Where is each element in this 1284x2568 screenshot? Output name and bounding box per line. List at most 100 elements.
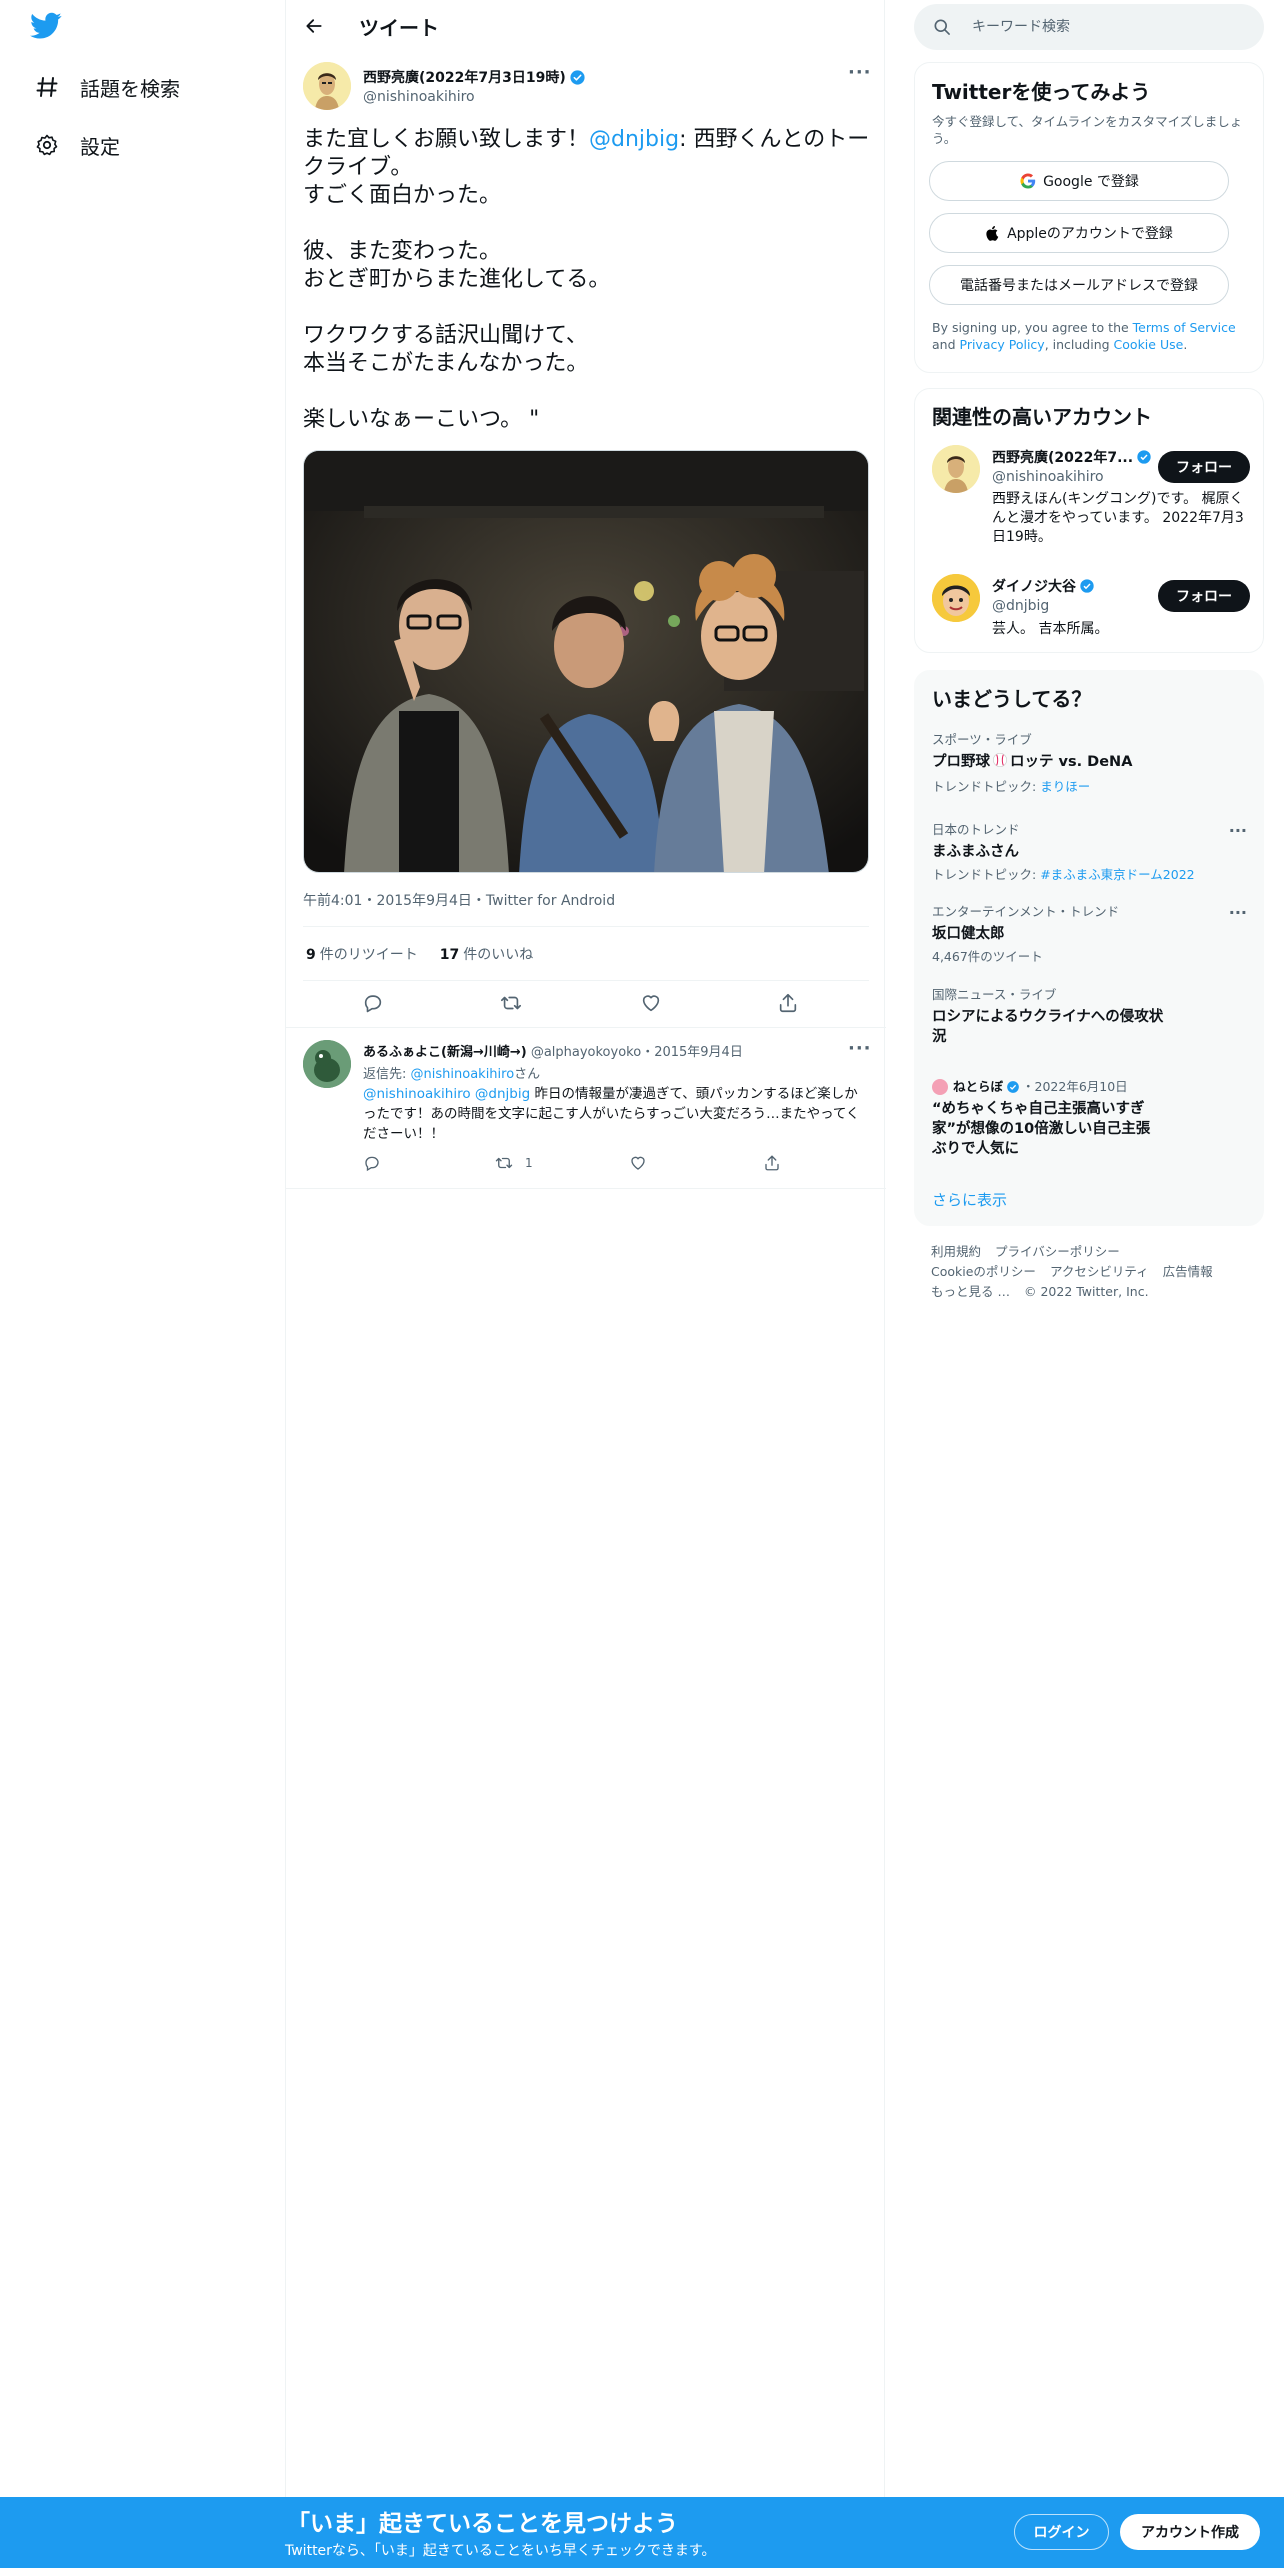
- relevant-handle[interactable]: @nishinoakihiro: [992, 469, 1104, 485]
- follow-button[interactable]: フォロー: [1158, 580, 1250, 612]
- trend-category: 国際ニュース・ライブ: [932, 987, 1057, 1002]
- reply-header: あるふぁよこ(新潟→川崎→) @alphayokoyoko・2015年9月4日: [363, 1041, 743, 1060]
- nav-explore-label: 話題を検索: [80, 76, 180, 101]
- reply-icon[interactable]: [358, 988, 388, 1018]
- retweet-count: 1: [525, 1156, 533, 1170]
- footer-link[interactable]: もっと見る …: [931, 1282, 1010, 1302]
- mention-link[interactable]: @dnjbig: [475, 1086, 530, 1102]
- mention-link[interactable]: @nishinoakihiro: [363, 1086, 471, 1102]
- arrow-left-icon: [306, 19, 322, 33]
- relevant-name-text: 西野亮廣(2022年7...: [992, 450, 1134, 466]
- phone-email-signup-label: 電話番号またはメールアドレスで登録: [960, 278, 1198, 294]
- author-avatar[interactable]: [303, 62, 351, 110]
- relevant-handle[interactable]: @dnjbig: [992, 598, 1049, 614]
- more-options-icon[interactable]: ···: [848, 1038, 872, 1059]
- signup-subtitle: 今すぐ登録して、タイムラインをカスタマイズしましょう。: [932, 114, 1243, 146]
- reply-to: 返信先: @nishinoakihiroさん: [363, 1063, 540, 1082]
- login-button[interactable]: ログイン: [1014, 2514, 1109, 2550]
- like-icon[interactable]: [636, 988, 666, 1018]
- hashtag-icon: [32, 72, 62, 102]
- reply-author-handle[interactable]: @alphayokoyoko: [531, 1045, 641, 1060]
- terms-of-service-link[interactable]: Terms of Service: [1133, 320, 1236, 335]
- google-signup-button[interactable]: Google で登録: [929, 161, 1229, 201]
- retweet-stat[interactable]: 9 件のリツイート: [306, 944, 418, 964]
- terms-text: .: [1183, 337, 1188, 352]
- search-input[interactable]: [972, 4, 1252, 50]
- twitter-bird-icon[interactable]: [30, 12, 66, 44]
- trend-item[interactable]: 日本のトレンド まふまふさん トレンドトピック: #まふまふ東京ドーム2022: [932, 821, 1252, 883]
- back-button[interactable]: [300, 12, 328, 40]
- reply-avatar[interactable]: [303, 1040, 351, 1088]
- share-icon[interactable]: [773, 988, 803, 1018]
- search-icon: [932, 17, 952, 41]
- search-box[interactable]: [914, 4, 1264, 50]
- reply-date[interactable]: ・2015年9月4日: [641, 1045, 743, 1060]
- more-options-icon[interactable]: ···: [1229, 903, 1247, 922]
- author-handle[interactable]: @nishinoakihiro: [363, 89, 475, 105]
- news-headline: “めちゃくちゃ自己主張高いすぎ家”が想像の10倍激しい自己主張ぶりで人気に: [932, 1101, 1151, 1157]
- more-options-icon[interactable]: ···: [1229, 821, 1247, 840]
- relevant-accounts-card: 関連性の高いアカウント 西野亮廣(2022年7... @nishinoakihi…: [914, 388, 1264, 653]
- trends-title: いまどうしてる？: [932, 687, 1092, 711]
- footer-link[interactable]: Cookieのポリシー: [931, 1262, 1036, 1282]
- relevant-name[interactable]: 西野亮廣(2022年7...: [992, 447, 1152, 467]
- create-account-button[interactable]: アカウント作成: [1120, 2514, 1260, 2550]
- like-count: 17: [439, 947, 460, 963]
- trend-item[interactable]: エンターテインメント・トレンド 坂口健太郎 4,467件のツイート: [932, 903, 1252, 965]
- verified-badge-icon: [1007, 1080, 1019, 1093]
- like-icon[interactable]: [629, 1154, 647, 1172]
- cookie-use-link[interactable]: Cookie Use: [1114, 337, 1184, 352]
- relevant-avatar[interactable]: [932, 445, 980, 493]
- tweet-actions: [286, 985, 886, 1021]
- trend-category: エンターテインメント・トレンド: [932, 904, 1120, 919]
- apple-signup-label: Appleのアカウントで登録: [1007, 226, 1173, 242]
- relevant-name-text: ダイノジ大谷: [992, 579, 1076, 595]
- privacy-policy-link[interactable]: Privacy Policy: [960, 337, 1045, 352]
- share-icon[interactable]: [763, 1154, 781, 1172]
- tweet-photo[interactable]: [303, 450, 869, 873]
- trend-item[interactable]: スポーツ・ライブ プロ野球 ロッテ vs. DeNA トレンドトピック: まりほ…: [932, 731, 1252, 795]
- nav-settings[interactable]: 設定: [32, 125, 120, 165]
- footer-link[interactable]: 利用規約: [931, 1242, 981, 1262]
- reply-author-name[interactable]: あるふぁよこ(新潟→川崎→): [363, 1045, 527, 1060]
- relevant-name[interactable]: ダイノジ大谷: [992, 576, 1095, 596]
- retweet-icon[interactable]: [496, 988, 526, 1018]
- trend-item[interactable]: 国際ニュース・ライブ ロシアによるウクライナへの侵攻状況: [932, 986, 1252, 1047]
- netorabo-logo-icon: [932, 1078, 948, 1095]
- google-icon: [1019, 172, 1037, 190]
- phone-email-signup-button[interactable]: 電話番号またはメールアドレスで登録: [929, 265, 1229, 305]
- reply-icon[interactable]: [363, 1154, 381, 1172]
- tweet-timestamp[interactable]: 午前4:01・2015年9月4日・Twitter for Android: [303, 890, 615, 910]
- signup-card: Twitterを使ってみよう 今すぐ登録して、タイムラインをカスタマイズしましょ…: [914, 62, 1264, 373]
- gear-icon: [32, 130, 62, 160]
- mention-link[interactable]: @dnjbig: [589, 127, 679, 152]
- trend-topic-link[interactable]: まりほー: [1040, 779, 1090, 794]
- footer-link[interactable]: 広告情報: [1163, 1262, 1213, 1282]
- divider: [303, 980, 869, 981]
- retweet-button[interactable]: 1: [495, 1154, 533, 1172]
- author-name[interactable]: 西野亮廣(2022年7月3日19時): [363, 67, 586, 87]
- reply-to-link[interactable]: @nishinoakihiro: [411, 1067, 515, 1082]
- show-more-link[interactable]: さらに表示: [932, 1189, 1007, 1210]
- footer-link[interactable]: アクセシビリティ: [1050, 1262, 1149, 1282]
- signup-title: Twitterを使ってみよう: [932, 80, 1151, 104]
- apple-signup-button[interactable]: Appleのアカウントで登録: [929, 213, 1229, 253]
- trend-name: プロ野球 ロッテ vs. DeNA: [932, 752, 1252, 774]
- trend-sub-prefix: トレンドトピック:: [932, 867, 1041, 882]
- follow-button[interactable]: フォロー: [1158, 451, 1250, 483]
- more-options-icon[interactable]: ···: [848, 62, 872, 83]
- terms-text: and: [932, 337, 960, 352]
- footer-link[interactable]: プライバシーポリシー: [995, 1242, 1120, 1262]
- trend-topic-link[interactable]: #まふまふ東京ドーム2022: [1040, 867, 1194, 882]
- reply-tweet[interactable]: あるふぁよこ(新潟→川崎→) @alphayokoyoko・2015年9月4日 …: [286, 1027, 886, 1189]
- news-item[interactable]: ねとらぼ ・2022年6月10日 “めちゃくちゃ自己主張高いすぎ家”が想像の10…: [932, 1078, 1252, 1159]
- nav-explore[interactable]: 話題を検索: [32, 67, 180, 107]
- divider: [303, 926, 869, 927]
- relevant-avatar[interactable]: [932, 574, 980, 622]
- verified-badge-icon: [570, 69, 585, 85]
- tweet-text: また宜しくお願い致します！@dnjbig: 西野くんとのトークライブ。 すごく面…: [303, 126, 873, 434]
- reply-actions: 1: [363, 1154, 833, 1180]
- like-stat[interactable]: 17 件のいいね: [440, 944, 533, 964]
- tweet-stats: 9 件のリツイート 17 件のいいね: [306, 944, 533, 964]
- trend-category: 日本のトレンド: [932, 822, 1020, 837]
